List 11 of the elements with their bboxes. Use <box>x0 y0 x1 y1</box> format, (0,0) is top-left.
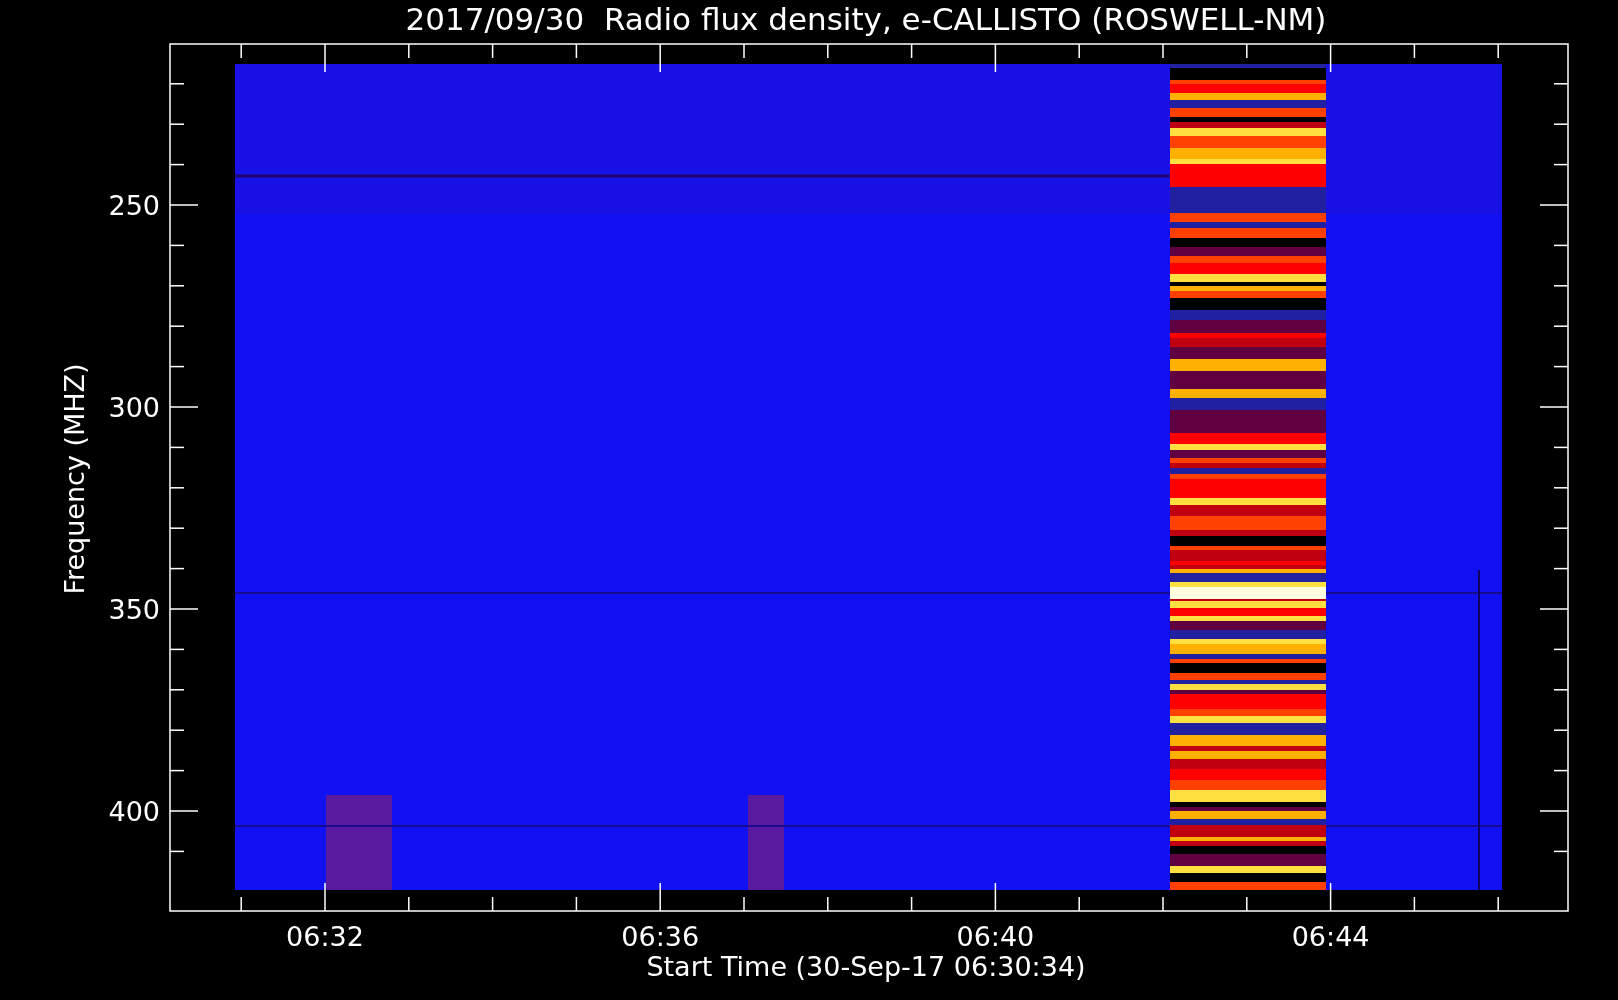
chart-title: 2017/09/30 Radio flux density, e-CALLISTO (ROSWELL-NM) <box>405 1 1327 37</box>
y-tick-label: 400 <box>108 796 160 827</box>
y-tick-label: 300 <box>108 392 160 423</box>
x-axis-label: Start Time (30-Sep-17 06:30:34) <box>646 951 1086 982</box>
x-tick-label: 06:40 <box>956 921 1035 952</box>
y-axis-label: Frequency (MHZ) <box>59 363 90 595</box>
x-tick-label: 06:32 <box>286 921 364 952</box>
x-tick-label: 06:44 <box>1291 921 1370 952</box>
x-tick-label: 06:36 <box>621 921 700 952</box>
y-tick-label: 350 <box>108 594 160 625</box>
y-tick-label: 250 <box>108 190 160 221</box>
